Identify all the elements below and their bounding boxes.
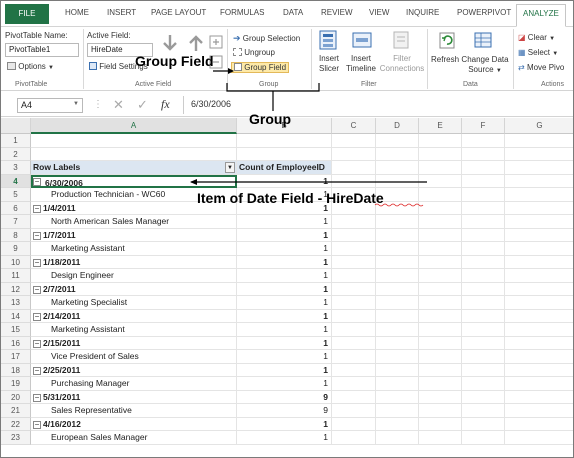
annotation-item-of-date: Item of Date Field - HireDate [197, 190, 384, 206]
annotation-group: Group [249, 111, 291, 127]
excel-window: FILE HOME INSERT PAGE LAYOUT FORMULAS DATA REV… [0, 0, 574, 458]
annotation-overlay [190, 68, 427, 207]
arrow-head [190, 179, 197, 185]
annotation-group-field: Group Field [135, 53, 214, 69]
arrow-head [228, 68, 234, 74]
bracket [226, 83, 320, 92]
